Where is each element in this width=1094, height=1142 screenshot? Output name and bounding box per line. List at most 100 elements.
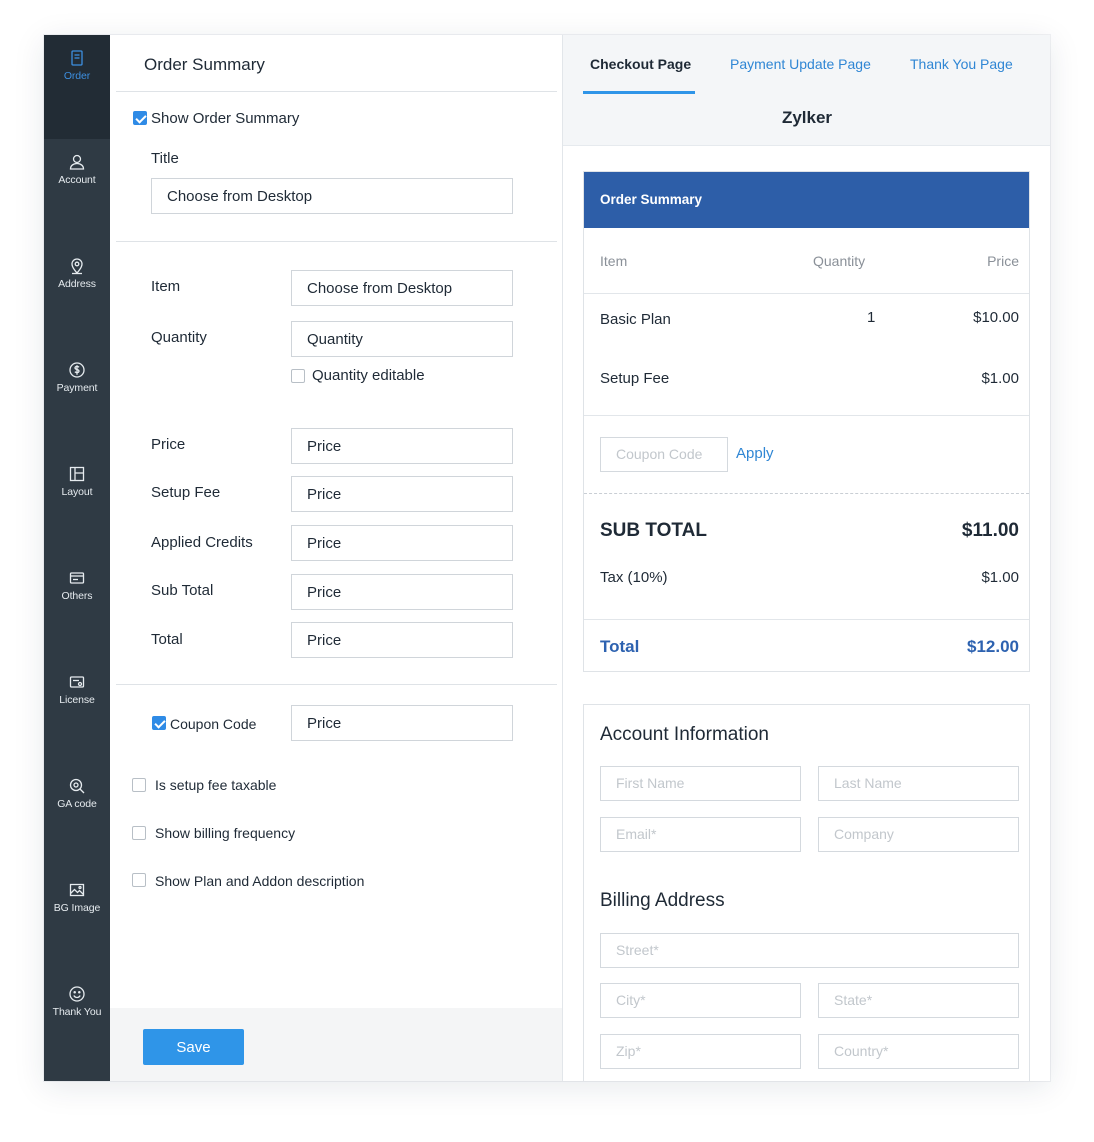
image-icon [69, 883, 85, 897]
first-name-field[interactable]: First Name [600, 766, 801, 801]
panel-footer: Save [110, 1008, 562, 1081]
coupon-code-label: Coupon Code [170, 716, 257, 732]
smiley-icon [69, 986, 85, 1002]
show-order-summary-checkbox[interactable] [133, 111, 147, 125]
show-billing-frequency-label: Show billing frequency [155, 825, 296, 841]
apply-coupon-button[interactable]: Apply [736, 445, 774, 462]
sidebar-item-label: Layout [61, 486, 93, 498]
quantity-editable-label: Quantity editable [312, 367, 425, 384]
tax-value: $1.00 [981, 569, 1019, 586]
sidebar-item-others[interactable]: Others [44, 555, 110, 659]
divider [584, 293, 1029, 294]
sidebar-item-label: Order [63, 70, 91, 82]
last-name-field[interactable]: Last Name [818, 766, 1019, 801]
column-header-item: Item [600, 253, 628, 269]
total-label: Total [600, 637, 640, 656]
applied-credits-input[interactable] [291, 525, 513, 561]
others-icon [69, 572, 85, 584]
price-label: Price [151, 436, 186, 453]
sidebar-item-layout[interactable]: Layout [44, 451, 110, 555]
quantity-input[interactable] [291, 321, 513, 357]
row-price: $1.00 [981, 370, 1019, 387]
preview-body: Order Summary Item Quantity Price Basic … [563, 146, 1050, 1081]
settings-panel: Order Summary Show Order Summary Title I… [110, 35, 562, 1081]
setup-fee-input[interactable] [291, 476, 513, 512]
sidebar-item-label: Account [58, 174, 96, 186]
app-window: Order Account Address Payment Layout Oth… [44, 35, 1050, 1081]
brand-name: Zylker [781, 108, 833, 127]
order-summary-card: Order Summary Item Quantity Price Basic … [583, 171, 1030, 672]
row-price: $10.00 [973, 309, 1019, 326]
title-input[interactable] [151, 178, 513, 214]
sidebar-item-label: BG Image [53, 902, 101, 914]
save-button[interactable]: Save [143, 1029, 244, 1065]
sidebar-item-payment[interactable]: Payment [44, 347, 110, 451]
sidebar-item-label: Others [61, 590, 93, 602]
divider [116, 91, 557, 92]
dashed-divider [584, 493, 1029, 494]
sidebar-item-thank-you[interactable]: Thank You [44, 971, 110, 1075]
dollar-icon [69, 362, 85, 378]
sidebar-item-label: Payment [56, 382, 98, 394]
divider [584, 619, 1029, 620]
layout-icon [69, 466, 85, 482]
sidebar-item-order[interactable]: Order [44, 35, 110, 139]
show-billing-frequency-checkbox[interactable] [132, 826, 146, 840]
sidebar-item-label: Thank You [52, 1006, 102, 1018]
email-field[interactable]: Email* [600, 817, 801, 852]
state-field[interactable]: State* [818, 983, 1019, 1018]
panel-title: Order Summary [144, 55, 265, 74]
show-plan-addon-description-label: Show Plan and Addon description [155, 873, 365, 889]
sub-total-label: SUB TOTAL [600, 520, 707, 541]
coupon-code-input[interactable] [291, 705, 513, 741]
row-item: Basic Plan [600, 311, 671, 328]
coupon-code-checkbox[interactable] [152, 716, 166, 730]
divider [584, 415, 1029, 416]
quantity-editable-checkbox[interactable] [291, 369, 305, 383]
row-item: Setup Fee [600, 370, 670, 387]
divider [116, 241, 557, 242]
total-value: $12.00 [967, 637, 1019, 656]
quantity-label: Quantity [151, 329, 207, 346]
column-header-quantity: Quantity [813, 253, 866, 269]
country-field[interactable]: Country* [818, 1034, 1019, 1069]
zip-field[interactable]: Zip* [600, 1034, 801, 1069]
setup-fee-taxable-checkbox[interactable] [132, 778, 146, 792]
street-field[interactable]: Street* [600, 933, 1019, 968]
sub-total-value: $11.00 [961, 520, 1019, 541]
divider [116, 684, 557, 685]
billing-address-title: Billing Address [600, 890, 725, 911]
sidebar-item-ga-code[interactable]: GA code [44, 763, 110, 867]
sidebar-item-bg-image[interactable]: BG Image [44, 867, 110, 971]
sidebar-item-label: Address [58, 278, 96, 290]
row-quantity: 1 [867, 309, 876, 326]
sidebar-item-license[interactable]: License [44, 659, 110, 763]
applied-credits-label: Applied Credits [151, 534, 253, 551]
city-field[interactable]: City* [600, 983, 801, 1018]
total-input[interactable] [291, 622, 513, 658]
preview-panel: Checkout Page Payment Update Page Thank … [562, 35, 1050, 1081]
column-header-price: Price [987, 253, 1019, 269]
show-plan-addon-description-checkbox[interactable] [132, 873, 146, 887]
price-input[interactable] [291, 428, 513, 464]
order-icon [71, 50, 83, 66]
total-label: Total [151, 631, 183, 648]
sidebar-item-label: License [59, 694, 95, 706]
tab-payment-update-page[interactable]: Payment Update Page [730, 56, 871, 72]
account-info-title: Account Information [600, 724, 769, 745]
setup-fee-label: Setup Fee [151, 484, 221, 501]
item-input[interactable] [291, 270, 513, 306]
sidebar: Order Account Address Payment Layout Oth… [44, 35, 110, 1081]
license-icon [69, 676, 85, 688]
tab-checkout-page[interactable]: Checkout Page [590, 56, 691, 72]
setup-fee-taxable-label: Is setup fee taxable [155, 777, 277, 793]
sidebar-item-address[interactable]: Address [44, 243, 110, 347]
ga-code-icon [69, 778, 85, 794]
sub-total-input[interactable] [291, 574, 513, 610]
location-pin-icon [71, 258, 83, 275]
sidebar-item-account[interactable]: Account [44, 139, 110, 243]
company-field[interactable]: Company [818, 817, 1019, 852]
sub-total-label: Sub Total [151, 582, 214, 599]
tab-thank-you-page[interactable]: Thank You Page [910, 56, 1013, 72]
coupon-code-input[interactable]: Coupon Code [600, 437, 728, 472]
